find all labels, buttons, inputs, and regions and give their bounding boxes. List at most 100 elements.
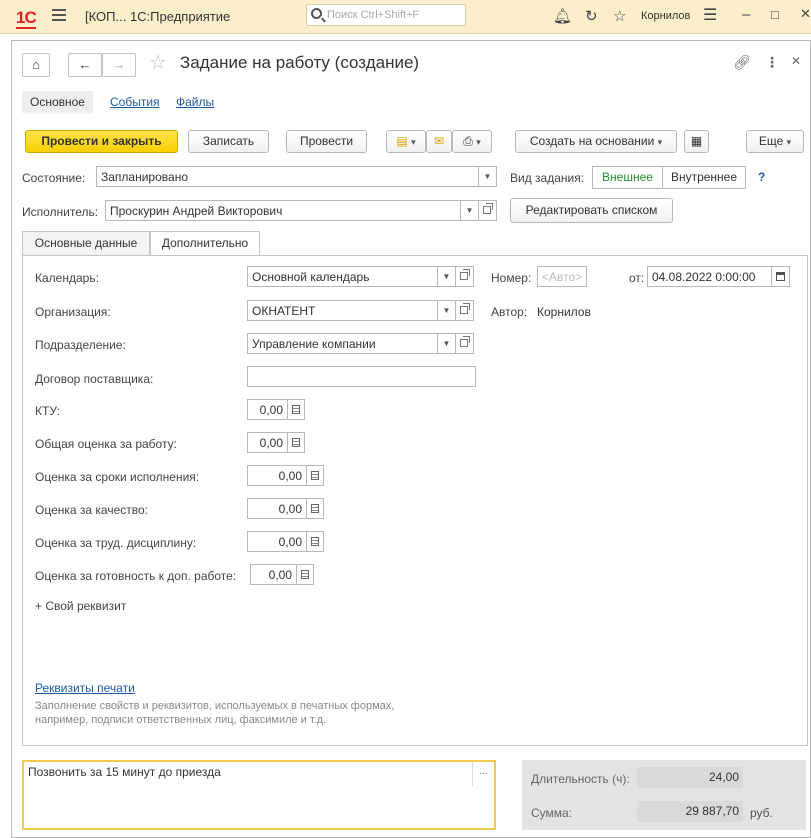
state-field[interactable]: Запланировано xyxy=(96,166,479,187)
tab-additional[interactable]: Дополнительно xyxy=(150,231,260,256)
printer-icon: ⎙ xyxy=(463,134,473,148)
favorite-star-icon[interactable]: ☆ xyxy=(149,50,167,75)
number-label: Номер: xyxy=(491,271,532,285)
maximize-icon[interactable]: □ xyxy=(771,7,779,22)
state-dropdown-icon[interactable]: ▼ xyxy=(479,166,497,187)
number-field[interactable]: <Авто> xyxy=(537,266,587,287)
quality-score-calculator-icon[interactable] xyxy=(307,498,324,519)
overall-score-calculator-icon[interactable] xyxy=(288,432,305,453)
add-custom-attribute-link[interactable]: + Свой реквизит xyxy=(35,599,126,613)
forward-button[interactable]: → xyxy=(102,53,136,77)
overall-score-field[interactable]: 0,00 xyxy=(247,432,288,453)
duration-label: Длительность (ч): xyxy=(531,772,630,786)
department-dropdown-icon[interactable]: ▼ xyxy=(438,333,456,354)
tab-files[interactable]: Файлы xyxy=(176,95,214,109)
organization-field[interactable]: ОКНАТЕНТ xyxy=(247,300,438,321)
deadline-score-calculator-icon[interactable] xyxy=(307,465,324,486)
app-logo[interactable]: 1С xyxy=(16,8,37,29)
executor-dropdown-icon[interactable]: ▼ xyxy=(461,200,479,221)
organization-dropdown-icon[interactable]: ▼ xyxy=(438,300,456,321)
executor-field[interactable]: Проскурин Андрей Викторович xyxy=(105,200,461,221)
calendar-field[interactable]: Основной календарь xyxy=(247,266,438,287)
post-and-close-button[interactable]: Провести и закрыть xyxy=(25,130,178,153)
executor-open-icon[interactable] xyxy=(479,200,497,221)
calendar-label: Календарь: xyxy=(35,271,99,285)
page-title: Задание на работу (создание) xyxy=(180,53,420,72)
task-type-label: Вид задания: xyxy=(510,171,585,185)
calendar-open-icon[interactable] xyxy=(456,266,474,287)
structure-icon: ▦ xyxy=(690,134,703,148)
task-type-internal-toggle[interactable]: Внутреннее xyxy=(662,166,746,189)
deadline-score-field[interactable]: 0,00 xyxy=(247,465,307,486)
organization-label: Организация: xyxy=(35,305,111,319)
ktu-field[interactable]: 0,00 xyxy=(247,399,288,420)
more-vertical-icon[interactable]: ⋮ xyxy=(765,54,779,71)
duration-value: 24,00 xyxy=(637,767,743,788)
ktu-calculator-icon[interactable] xyxy=(288,399,305,420)
discipline-score-calculator-icon[interactable] xyxy=(307,531,324,552)
calendar-picker-icon[interactable] xyxy=(772,266,790,287)
documents-button[interactable]: ▤ ▾ xyxy=(386,130,426,153)
author-label: Автор: xyxy=(491,305,528,319)
comment-text: Позвонить за 15 минут до приезда xyxy=(28,765,221,779)
save-button[interactable]: Записать xyxy=(188,130,269,153)
author-value: Корнилов xyxy=(537,305,591,319)
bell-icon[interactable]: 🔔︎ xyxy=(553,7,572,25)
additional-panel xyxy=(22,255,808,746)
app-title: [КОП... 1С:Предприятие xyxy=(85,9,231,24)
date-field[interactable]: 04.08.2022 0:00:00 xyxy=(647,266,772,287)
discipline-score-label: Оценка за труд. дисциплину: xyxy=(35,536,197,550)
sum-label: Сумма: xyxy=(531,806,573,820)
calendar-dropdown-icon[interactable]: ▼ xyxy=(438,266,456,287)
close-app-icon[interactable]: ✕ xyxy=(800,6,811,22)
print-attributes-description: Заполнение свойств и реквизитов, использ… xyxy=(35,700,395,726)
app-bar: 1С [КОП... 1С:Предприятие Поиск Ctrl+Shi… xyxy=(0,0,811,34)
tab-main-data[interactable]: Основные данные xyxy=(22,231,150,256)
edit-as-list-button[interactable]: Редактировать списком xyxy=(510,198,673,223)
discipline-score-field[interactable]: 0,00 xyxy=(247,531,307,552)
email-button[interactable]: ✉ xyxy=(426,130,452,153)
print-button[interactable]: ⎙ ▾ xyxy=(452,130,492,153)
favorites-star-icon[interactable]: ☆ xyxy=(613,7,626,25)
home-icon: ⌂ xyxy=(32,57,40,72)
organization-open-icon[interactable] xyxy=(456,300,474,321)
link-icon[interactable]: 🔗︎ xyxy=(733,54,751,71)
post-button[interactable]: Провести xyxy=(286,130,367,153)
arrow-right-icon: → xyxy=(112,57,126,72)
structure-button[interactable]: ▦ xyxy=(684,130,709,153)
help-icon[interactable]: ? xyxy=(758,170,765,184)
department-field[interactable]: Управление компании xyxy=(247,333,438,354)
comment-field[interactable]: Позвонить за 15 минут до приезда ... xyxy=(22,760,496,830)
documents-icon: ▤ xyxy=(396,134,408,148)
contract-field[interactable] xyxy=(247,366,476,387)
home-button[interactable]: ⌂ xyxy=(22,53,50,77)
tab-main[interactable]: Основное xyxy=(22,91,93,113)
user-name[interactable]: Корнилов xyxy=(641,10,690,22)
readiness-score-calculator-icon[interactable] xyxy=(297,564,314,585)
minimize-icon[interactable]: – xyxy=(742,6,750,23)
executor-label: Исполнитель: xyxy=(22,205,99,219)
settings-menu-icon[interactable]: ☰ xyxy=(703,5,717,25)
close-form-icon[interactable]: ✕ xyxy=(791,54,801,68)
comment-expand-button[interactable]: ... xyxy=(472,762,494,786)
search-icon xyxy=(311,8,322,19)
date-label: от: xyxy=(629,271,645,285)
quality-score-field[interactable]: 0,00 xyxy=(247,498,307,519)
search-input[interactable]: Поиск Ctrl+Shift+F xyxy=(306,4,466,26)
readiness-score-label: Оценка за готовность к доп. работе: xyxy=(35,569,237,583)
overall-score-label: Общая оценка за работу: xyxy=(35,437,177,451)
print-attributes-link[interactable]: Реквизиты печати xyxy=(35,681,135,695)
back-button[interactable]: ← xyxy=(68,53,102,77)
history-icon[interactable]: ↻ xyxy=(585,7,598,25)
create-based-on-button[interactable]: Создать на основании ▾ xyxy=(515,130,677,153)
arrow-left-icon: ← xyxy=(78,57,92,72)
tab-events[interactable]: События xyxy=(110,95,160,109)
menu-icon[interactable] xyxy=(52,9,66,21)
envelope-icon: ✉ xyxy=(433,134,445,148)
department-open-icon[interactable] xyxy=(456,333,474,354)
more-button[interactable]: Еще ▾ xyxy=(746,130,804,153)
task-type-external-toggle[interactable]: Внешнее xyxy=(592,166,663,189)
currency-label: руб. xyxy=(750,806,773,820)
readiness-score-field[interactable]: 0,00 xyxy=(250,564,297,585)
department-label: Подразделение: xyxy=(35,338,126,352)
